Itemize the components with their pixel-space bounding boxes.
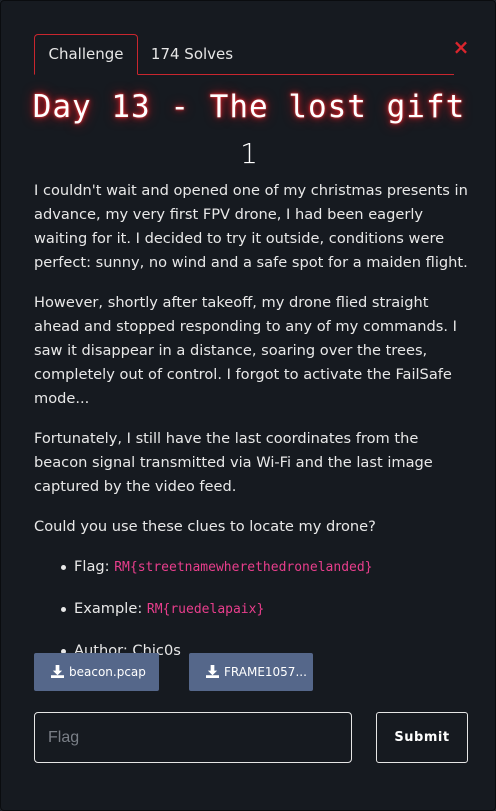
modal-tabs: Challenge 174 Solves <box>34 34 454 75</box>
file-download-button[interactable]: beacon.pcap <box>34 653 159 691</box>
flag-format-code: RM{streetnamewherethedronelanded} <box>114 560 373 575</box>
challenge-title: Day 13 - The lost gift <box>32 89 466 125</box>
file-name: FRAME1057... <box>224 665 307 679</box>
description-paragraph: I couldn't wait and opened one of my chr… <box>34 182 468 271</box>
challenge-meta-list: Flag: RM{streetnamewherethedronelanded} … <box>34 555 470 663</box>
example-item: Example: RM{ruedelapaix} <box>61 597 470 622</box>
description-paragraph: Fortunately, I still have the last coord… <box>34 430 433 495</box>
flag-format-label: Flag: <box>74 558 110 575</box>
file-name: beacon.pcap <box>69 665 146 679</box>
challenge-description: I couldn't wait and opened one of my chr… <box>34 179 470 680</box>
flag-input[interactable] <box>34 712 352 763</box>
challenge-modal: Challenge 174 Solves × Day 13 - The lost… <box>0 0 496 811</box>
challenge-value: 1 <box>240 137 258 170</box>
description-paragraph: However, shortly after takeoff, my drone… <box>34 294 457 407</box>
tab-solves[interactable]: 174 Solves <box>138 34 246 74</box>
close-icon[interactable]: × <box>452 36 470 58</box>
download-icon <box>206 665 219 678</box>
tab-challenge[interactable]: Challenge <box>34 34 138 75</box>
download-icon <box>51 665 64 678</box>
description-paragraph: Could you use these clues to locate my d… <box>34 518 376 535</box>
example-label: Example: <box>74 600 143 617</box>
example-code: RM{ruedelapaix} <box>146 602 265 617</box>
flag-format-item: Flag: RM{streetnamewherethedronelanded} <box>61 555 470 580</box>
submit-button[interactable]: Submit <box>376 712 468 763</box>
file-download-button[interactable]: FRAME1057... <box>189 653 313 691</box>
